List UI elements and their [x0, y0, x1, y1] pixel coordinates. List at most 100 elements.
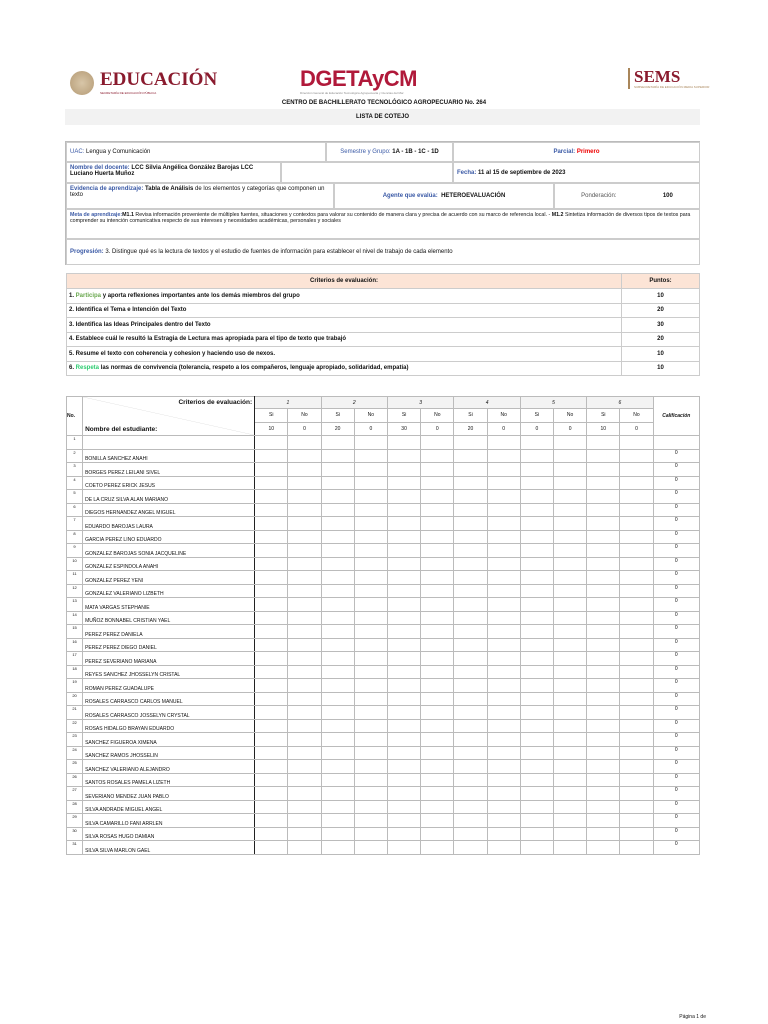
check-cell[interactable] [586, 516, 621, 531]
check-cell[interactable] [254, 772, 289, 787]
check-cell[interactable] [519, 651, 555, 666]
check-cell[interactable] [420, 799, 455, 814]
check-cell[interactable] [254, 502, 289, 517]
check-cell[interactable] [320, 786, 355, 801]
check-cell[interactable] [320, 840, 355, 855]
check-cell[interactable] [486, 624, 521, 639]
check-cell[interactable] [420, 732, 455, 747]
check-cell[interactable] [486, 759, 521, 774]
check-cell[interactable] [420, 529, 455, 544]
check-cell[interactable] [353, 502, 388, 517]
check-cell[interactable] [320, 772, 355, 787]
check-cell[interactable] [420, 610, 455, 625]
check-cell[interactable] [320, 718, 355, 733]
check-cell[interactable] [320, 543, 355, 558]
check-cell[interactable] [353, 610, 388, 625]
check-cell[interactable] [287, 624, 322, 639]
check-cell[interactable] [386, 718, 422, 733]
check-cell[interactable] [486, 556, 521, 571]
check-cell[interactable] [619, 489, 654, 504]
check-cell[interactable] [552, 624, 588, 639]
check-cell[interactable] [420, 489, 455, 504]
check-cell[interactable] [287, 745, 322, 760]
check-cell[interactable] [386, 556, 422, 571]
check-cell[interactable] [453, 556, 488, 571]
check-cell[interactable] [287, 840, 322, 855]
check-cell[interactable] [552, 651, 588, 666]
check-cell[interactable] [619, 543, 654, 558]
check-cell[interactable] [552, 570, 588, 585]
check-cell[interactable] [586, 691, 621, 706]
check-cell[interactable] [519, 516, 555, 531]
check-cell[interactable] [453, 840, 488, 855]
check-cell[interactable] [619, 610, 654, 625]
check-cell[interactable] [287, 502, 322, 517]
check-cell[interactable] [552, 745, 588, 760]
check-cell[interactable] [420, 583, 455, 598]
check-cell[interactable] [287, 489, 322, 504]
check-cell[interactable] [353, 772, 388, 787]
check-cell[interactable] [386, 502, 422, 517]
check-cell[interactable] [420, 543, 455, 558]
check-cell[interactable] [386, 678, 422, 693]
check-cell[interactable] [552, 718, 588, 733]
check-cell[interactable] [287, 475, 322, 490]
check-cell[interactable] [619, 732, 654, 747]
check-cell[interactable] [320, 664, 355, 679]
check-cell[interactable] [619, 772, 654, 787]
check-cell[interactable] [552, 475, 588, 490]
check-cell[interactable] [287, 516, 322, 531]
check-cell[interactable] [486, 475, 521, 490]
check-cell[interactable] [552, 840, 588, 855]
check-cell[interactable] [486, 529, 521, 544]
check-cell[interactable] [386, 772, 422, 787]
check-cell[interactable] [287, 448, 322, 463]
check-cell[interactable] [552, 732, 588, 747]
check-cell[interactable] [519, 597, 555, 612]
check-cell[interactable] [619, 691, 654, 706]
check-cell[interactable] [320, 448, 355, 463]
check-cell[interactable] [420, 772, 455, 787]
check-cell[interactable] [420, 840, 455, 855]
check-cell[interactable] [320, 516, 355, 531]
check-cell[interactable] [254, 651, 289, 666]
check-cell[interactable] [320, 435, 355, 450]
check-cell[interactable] [254, 570, 289, 585]
check-cell[interactable] [353, 529, 388, 544]
check-cell[interactable] [287, 529, 322, 544]
check-cell[interactable] [386, 651, 422, 666]
check-cell[interactable] [287, 462, 322, 477]
check-cell[interactable] [486, 462, 521, 477]
check-cell[interactable] [287, 826, 322, 841]
check-cell[interactable] [486, 718, 521, 733]
check-cell[interactable] [586, 772, 621, 787]
check-cell[interactable] [420, 705, 455, 720]
check-cell[interactable] [519, 475, 555, 490]
check-cell[interactable] [420, 597, 455, 612]
check-cell[interactable] [619, 664, 654, 679]
check-cell[interactable] [453, 502, 488, 517]
check-cell[interactable] [519, 637, 555, 652]
check-cell[interactable] [254, 543, 289, 558]
check-cell[interactable] [486, 435, 521, 450]
check-cell[interactable] [619, 597, 654, 612]
check-cell[interactable] [420, 813, 455, 828]
check-cell[interactable] [254, 705, 289, 720]
check-cell[interactable] [254, 664, 289, 679]
check-cell[interactable] [420, 786, 455, 801]
check-cell[interactable] [586, 651, 621, 666]
check-cell[interactable] [486, 597, 521, 612]
check-cell[interactable] [619, 745, 654, 760]
check-cell[interactable] [552, 435, 588, 450]
check-cell[interactable] [586, 732, 621, 747]
check-cell[interactable] [619, 705, 654, 720]
check-cell[interactable] [287, 786, 322, 801]
check-cell[interactable] [254, 637, 289, 652]
check-cell[interactable] [619, 516, 654, 531]
check-cell[interactable] [586, 543, 621, 558]
check-cell[interactable] [552, 664, 588, 679]
check-cell[interactable] [453, 705, 488, 720]
check-cell[interactable] [386, 813, 422, 828]
check-cell[interactable] [287, 732, 322, 747]
check-cell[interactable] [552, 637, 588, 652]
